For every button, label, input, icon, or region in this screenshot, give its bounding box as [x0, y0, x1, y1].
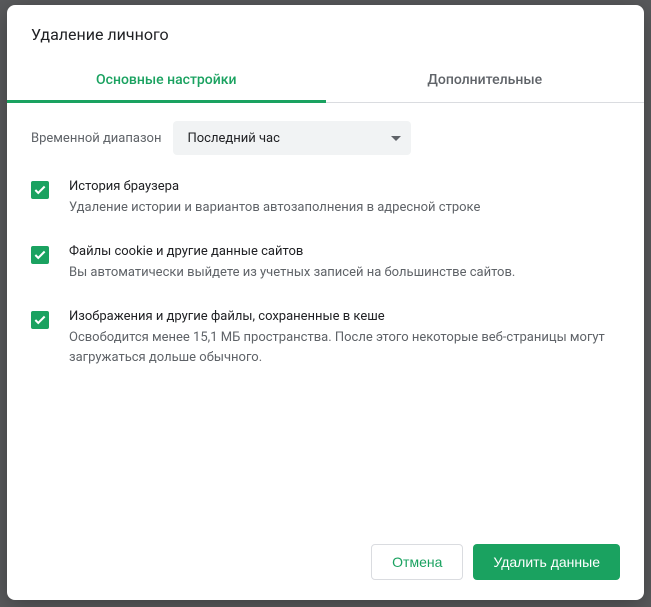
option-title: История браузера [69, 179, 620, 194]
option-desc: Вы автоматически выйдете из учетных запи… [69, 263, 620, 283]
checkbox-browsing-history[interactable] [31, 181, 49, 199]
tab-basic[interactable]: Основные настройки [7, 60, 326, 102]
tabs: Основные настройки Дополнительные [7, 60, 644, 103]
time-range-select[interactable]: Последний час [173, 121, 411, 155]
check-icon [33, 183, 47, 197]
time-range-label: Временной диапазон [31, 131, 161, 146]
time-range-value: Последний час [187, 131, 279, 146]
checkbox-cookies[interactable] [31, 246, 49, 264]
chevron-down-icon [391, 136, 401, 141]
cancel-button[interactable]: Отмена [371, 544, 463, 580]
check-icon [33, 313, 47, 327]
option-body: Файлы cookie и другие данные сайтов Вы а… [69, 244, 620, 283]
dialog-content: Временной диапазон Последний час История… [7, 103, 644, 528]
option-body: Изображения и другие файлы, сохраненные … [69, 309, 620, 368]
clear-data-button[interactable]: Удалить данные [473, 544, 620, 580]
dialog-title: Удаление личного [7, 5, 644, 60]
check-icon [33, 248, 47, 262]
option-cookies: Файлы cookie и другие данные сайтов Вы а… [31, 244, 620, 283]
checkbox-cache[interactable] [31, 311, 49, 329]
clear-browsing-data-dialog: Удаление личного Основные настройки Допо… [7, 5, 644, 600]
option-browsing-history: История браузера Удаление истории и вари… [31, 179, 620, 218]
option-title: Изображения и другие файлы, сохраненные … [69, 309, 620, 324]
option-desc: Удаление истории и вариантов автозаполне… [69, 198, 620, 218]
time-range-row: Временной диапазон Последний час [31, 121, 620, 155]
option-body: История браузера Удаление истории и вари… [69, 179, 620, 218]
option-cache: Изображения и другие файлы, сохраненные … [31, 309, 620, 368]
tab-advanced[interactable]: Дополнительные [326, 60, 645, 102]
option-title: Файлы cookie и другие данные сайтов [69, 244, 620, 259]
option-desc: Освободится менее 15,1 МБ пространства. … [69, 328, 620, 368]
dialog-footer: Отмена Удалить данные [7, 528, 644, 600]
